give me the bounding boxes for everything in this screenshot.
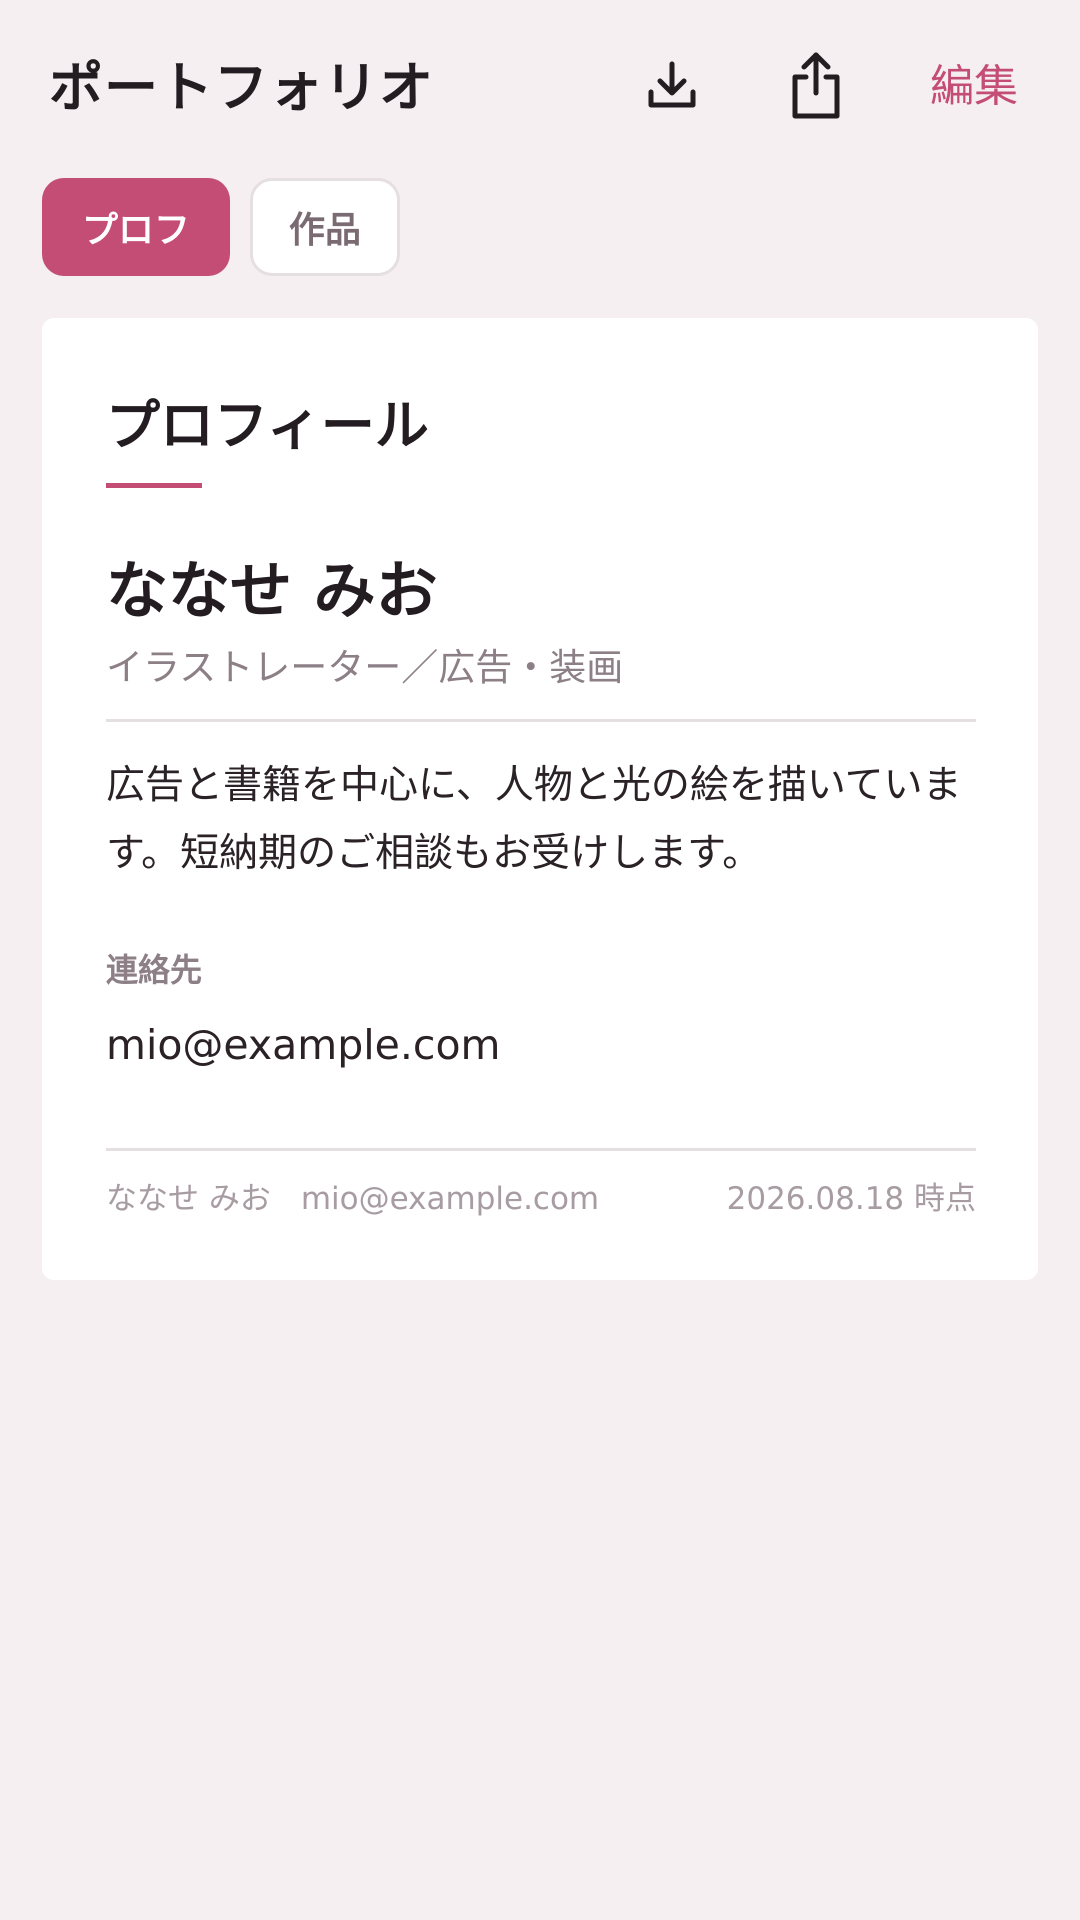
divider (106, 1148, 976, 1151)
tab-profile[interactable]: プロフ (42, 178, 230, 276)
footer-timestamp: 2026.08.18 時点 (726, 1181, 976, 1217)
contact-label: 連絡先 (106, 951, 203, 989)
profile-role: イラストレーター／広告・装画 (106, 646, 624, 689)
tab-bar: プロフ 作品 (42, 178, 400, 278)
card-footer-info: ななせ みお mio@example.com (106, 1176, 599, 1222)
footer-name: ななせ みお (106, 1181, 271, 1217)
footer-email: mio@example.com (300, 1181, 600, 1217)
section-underline (106, 483, 202, 488)
page-title: ポートフォリオ (49, 56, 434, 119)
profile-card: プロフィール ななせ みお イラストレーター／広告・装画 広告と書籍を中心に、人… (42, 318, 1038, 1280)
app-header: ポートフォリオ 編集 (0, 0, 1080, 175)
edit-button[interactable]: 編集 (930, 55, 1018, 119)
share-button[interactable] (776, 46, 856, 126)
contact-email: mio@example.com (106, 1021, 501, 1069)
profile-bio: 広告と書籍を中心に、人物と光の絵を描いています。短納期のご相談もお受けします。 (106, 763, 962, 876)
download-icon (648, 61, 696, 108)
tab-works[interactable]: 作品 (250, 178, 400, 276)
download-button[interactable] (632, 46, 712, 126)
profile-name: ななせ みお (106, 554, 438, 627)
section-title: プロフィール (106, 394, 429, 457)
divider (106, 719, 976, 722)
share-icon (792, 52, 840, 119)
